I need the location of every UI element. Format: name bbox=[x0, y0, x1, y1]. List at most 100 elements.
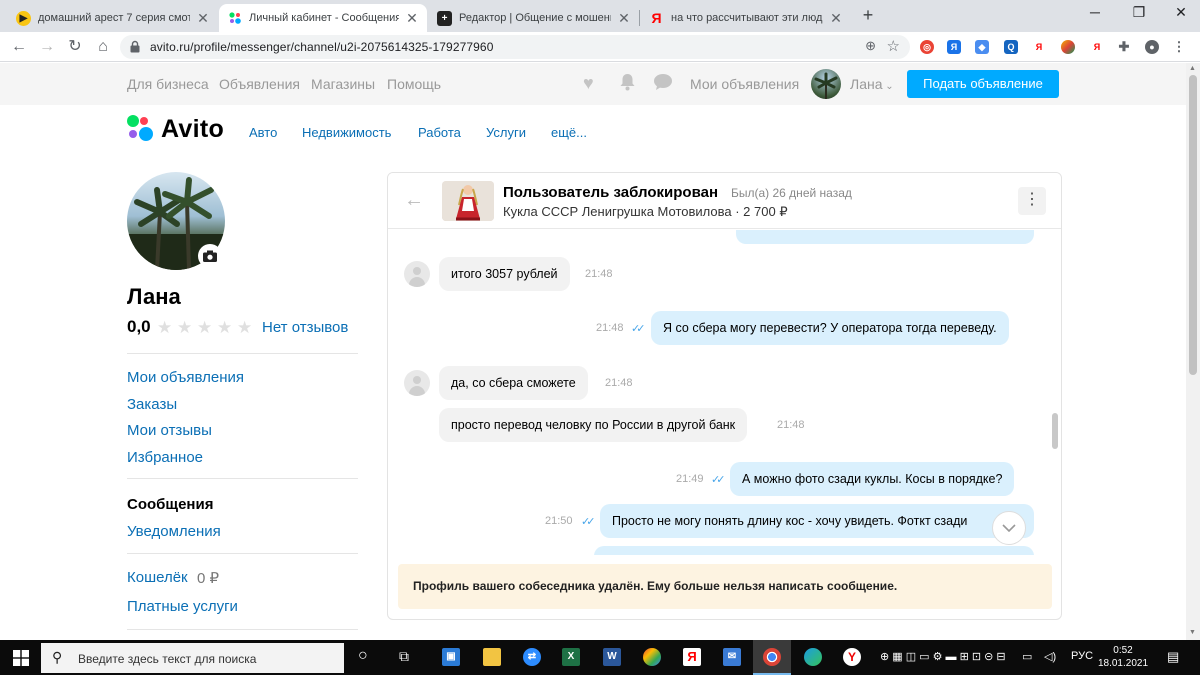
reviews-link[interactable]: Нет отзывов bbox=[262, 319, 348, 336]
avito-page: Для бизнеса Объявления Магазины Помощь ♥… bbox=[0, 63, 1186, 640]
reload-button[interactable]: ↻ bbox=[64, 36, 86, 58]
sidebar-item-favorites[interactable]: Избранное bbox=[127, 449, 203, 466]
extensions-puzzle-icon[interactable]: ✚ bbox=[1117, 40, 1131, 54]
tray-icons[interactable]: ⊕ ▦ ◫ ▭ ⚙ ▬ ⊞ ⊡ ⊝ ⊟ bbox=[880, 650, 1006, 663]
mail-icon[interactable]: ✉ bbox=[723, 648, 741, 666]
link-ads[interactable]: Объявления bbox=[219, 76, 300, 92]
yandex-app-icon[interactable]: Y bbox=[843, 648, 861, 666]
extension-puzzle-icon[interactable]: ◆ bbox=[975, 40, 989, 54]
link-business[interactable]: Для бизнеса bbox=[127, 76, 209, 92]
system-clock[interactable]: 0:52 18.01.2021 bbox=[1097, 644, 1149, 670]
chat-bubble-icon[interactable] bbox=[653, 73, 673, 96]
chat-title: Пользователь заблокирован bbox=[503, 184, 719, 201]
browser-tab-4[interactable]: Я на что рассчитывают эти люди ✕ bbox=[641, 4, 851, 32]
extension-yandex2-icon[interactable]: Я bbox=[1090, 40, 1104, 54]
category-auto[interactable]: Авто bbox=[249, 125, 277, 140]
close-tab-icon[interactable]: ✕ bbox=[829, 10, 843, 27]
browser-tab-3[interactable]: + Редактор | Общение с мошенн ✕ bbox=[429, 4, 639, 32]
forward-button[interactable]: → bbox=[36, 36, 58, 58]
sidebar-item-orders[interactable]: Заказы bbox=[127, 396, 177, 413]
photos-icon[interactable] bbox=[643, 648, 661, 666]
link-shops[interactable]: Магазины bbox=[311, 76, 375, 92]
chat-scrollbar[interactable] bbox=[1052, 413, 1058, 449]
maximize-button[interactable]: ❐ bbox=[1124, 4, 1154, 21]
close-window-button[interactable]: ✕ bbox=[1166, 4, 1196, 21]
logo-text: Avito bbox=[161, 114, 225, 143]
address-bar[interactable]: avito.ru/profile/messenger/channel/u2i-2… bbox=[120, 35, 910, 59]
category-services[interactable]: Услуги bbox=[486, 125, 526, 140]
bell-icon[interactable] bbox=[619, 73, 636, 96]
new-tab-button[interactable]: + bbox=[858, 5, 878, 27]
task-view-icon[interactable]: ⧉ bbox=[399, 648, 409, 665]
extension-b-icon[interactable]: Я bbox=[947, 40, 961, 54]
chat-item-link[interactable]: Кукла СССР Ленигрушка Мотовилова · 2 700… bbox=[503, 204, 788, 220]
close-tab-icon[interactable]: ✕ bbox=[196, 10, 210, 27]
excel-icon[interactable]: X bbox=[562, 648, 580, 666]
message-bubble-partial bbox=[736, 230, 1034, 244]
link-my-ads[interactable]: Мои объявления bbox=[690, 76, 799, 92]
teamviewer-icon[interactable]: ⇄ bbox=[523, 648, 541, 666]
browser-toolbar: ← → ↻ ⌂ avito.ru/profile/messenger/chann… bbox=[0, 32, 1200, 62]
sidebar-item-my-ads[interactable]: Мои объявления bbox=[127, 369, 244, 386]
heart-icon[interactable]: ♥ bbox=[583, 73, 594, 94]
camera-icon[interactable] bbox=[198, 244, 222, 268]
home-icon[interactable]: ⌂ bbox=[92, 36, 114, 58]
close-tab-icon[interactable]: ✕ bbox=[405, 10, 419, 27]
sidebar-item-paid-services[interactable]: Платные услуги bbox=[127, 598, 238, 615]
message-bubble-outgoing: Просто не могу понять длину кос - хочу у… bbox=[600, 504, 1034, 538]
chat-menu-button[interactable]: ⋮ bbox=[1018, 187, 1046, 215]
sender-avatar bbox=[404, 261, 430, 287]
top-nav: Для бизнеса Объявления Магазины Помощь ♥… bbox=[0, 63, 1186, 105]
scroll-down-icon[interactable]: ▼ bbox=[1189, 629, 1196, 636]
close-tab-icon[interactable]: ✕ bbox=[617, 10, 631, 27]
bookmark-star-icon[interactable]: ☆ bbox=[887, 37, 900, 55]
taskbar-search[interactable]: ⚲ Введите здесь текст для поиска bbox=[41, 643, 344, 673]
windows-start-icon[interactable] bbox=[13, 650, 29, 666]
avito-logo[interactable]: Avito bbox=[127, 115, 224, 143]
clock-time: 0:52 bbox=[1113, 645, 1133, 656]
sidebar-item-notifications[interactable]: Уведомления bbox=[127, 523, 221, 540]
extension-yandex-icon[interactable]: Я bbox=[1032, 40, 1046, 54]
link-help[interactable]: Помощь bbox=[387, 76, 441, 92]
file-explorer-icon[interactable] bbox=[483, 648, 501, 666]
category-realty[interactable]: Недвижимость bbox=[302, 125, 391, 140]
extension-search-icon[interactable]: Q bbox=[1004, 40, 1018, 54]
browser-tab-2-active[interactable]: Личный кабинет - Сообщения ✕ bbox=[219, 4, 427, 32]
extension-color-icon[interactable] bbox=[1061, 40, 1075, 54]
rating-stars: ★ ★ ★ ★ ★ bbox=[157, 318, 257, 338]
volume-icon[interactable]: ◁) bbox=[1044, 650, 1056, 663]
category-more[interactable]: ещё... bbox=[551, 125, 587, 140]
minimize-button[interactable]: ─ bbox=[1080, 4, 1110, 20]
message-bubble-incoming: просто перевод человку по России в друго… bbox=[439, 408, 748, 442]
back-button[interactable]: ← bbox=[8, 36, 30, 58]
user-menu[interactable]: Лана ⌄ bbox=[850, 76, 894, 92]
zoom-icon[interactable]: ⊕ bbox=[865, 38, 876, 54]
cortana-icon[interactable]: ○ bbox=[358, 647, 368, 665]
post-ad-button[interactable]: Подать объявление bbox=[907, 70, 1059, 98]
browser-tab-1[interactable]: ▶ домашний арест 7 серия смотр ✕ bbox=[8, 4, 218, 32]
sidebar-item-my-reviews[interactable]: Мои отзывы bbox=[127, 422, 212, 439]
chrome-icon[interactable] bbox=[763, 648, 781, 666]
language-indicator[interactable]: РУС bbox=[1071, 650, 1093, 662]
scrollbar-thumb[interactable] bbox=[1189, 75, 1197, 375]
scroll-down-button[interactable] bbox=[992, 511, 1026, 545]
menu-kebab-icon[interactable]: ⋮ bbox=[1172, 40, 1186, 54]
extension-target-icon[interactable]: ◎ bbox=[920, 40, 934, 54]
category-jobs[interactable]: Работа bbox=[418, 125, 461, 140]
scroll-up-icon[interactable]: ▲ bbox=[1189, 65, 1196, 72]
word-icon[interactable]: W bbox=[603, 648, 621, 666]
sidebar-item-wallet[interactable]: Кошелёк bbox=[127, 569, 188, 586]
sidebar-item-messages[interactable]: Сообщения bbox=[127, 496, 213, 513]
item-thumbnail[interactable] bbox=[442, 181, 494, 221]
notifications-icon[interactable]: ▤ bbox=[1167, 649, 1179, 665]
yandex-browser-icon[interactable]: Я bbox=[683, 648, 701, 666]
edge-icon[interactable] bbox=[804, 648, 822, 666]
avatar[interactable] bbox=[811, 69, 841, 99]
message-list[interactable]: итого 3057 рублей 21:48 21:48 ✓✓ Я со сб… bbox=[388, 230, 1061, 555]
page-scrollbar[interactable]: ▲ ▼ bbox=[1186, 63, 1200, 640]
url-text: avito.ru/profile/messenger/channel/u2i-2… bbox=[150, 40, 494, 54]
profile-icon[interactable]: ● bbox=[1145, 40, 1159, 54]
network-icon[interactable]: ▭ bbox=[1022, 650, 1032, 663]
store-icon[interactable]: ▣ bbox=[442, 648, 460, 666]
back-arrow-icon[interactable]: ← bbox=[404, 189, 424, 212]
